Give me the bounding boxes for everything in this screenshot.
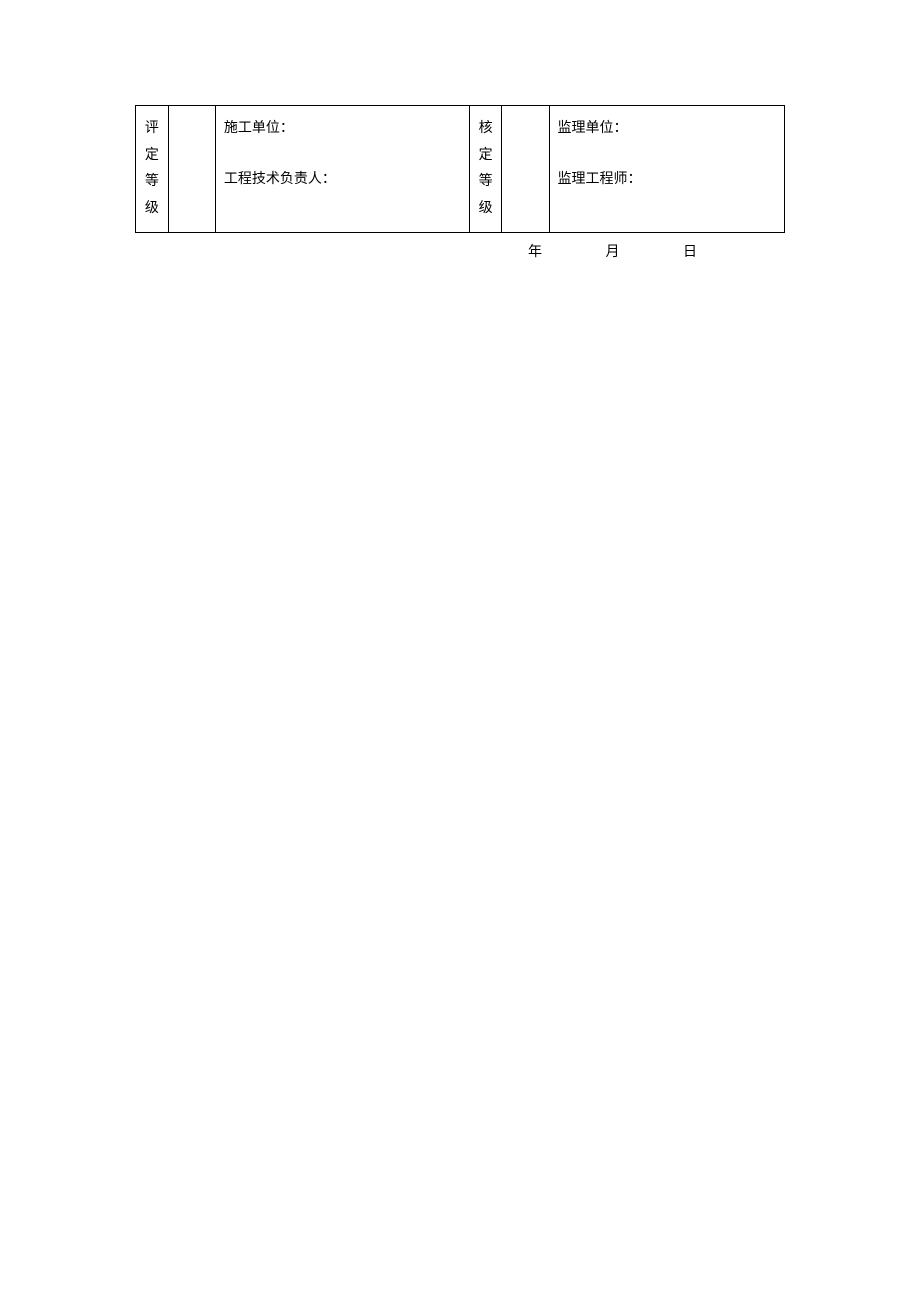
- date-year-label: 年: [528, 245, 542, 260]
- construction-unit-label: 施工单位：: [224, 116, 461, 143]
- supervision-unit-label: 监理单位：: [558, 116, 776, 143]
- date-line: 年 月 日: [135, 241, 785, 261]
- vertical-char: 等: [142, 169, 162, 196]
- vertical-char: 核: [476, 116, 496, 143]
- date-month-label: 月: [606, 241, 620, 261]
- evaluation-grade-value-cell[interactable]: [168, 106, 215, 233]
- vertical-char: 定: [142, 143, 162, 170]
- signature-table: 评 定 等 级 施工单位： 工程技术负责人： 核 定 等 级 监理单位： 监理工…: [135, 105, 785, 233]
- date-day-label: 日: [683, 241, 697, 261]
- vertical-char: 级: [142, 196, 162, 223]
- vertical-char: 等: [476, 169, 496, 196]
- verification-grade-label-cell: 核 定 等 级: [469, 106, 502, 233]
- vertical-char: 评: [142, 116, 162, 143]
- evaluation-grade-label-cell: 评 定 等 级: [136, 106, 169, 233]
- vertical-char: 定: [476, 143, 496, 170]
- vertical-char: 级: [476, 196, 496, 223]
- table-row: 评 定 等 级 施工单位： 工程技术负责人： 核 定 等 级 监理单位： 监理工…: [136, 106, 785, 233]
- form-container: 评 定 等 级 施工单位： 工程技术负责人： 核 定 等 级 监理单位： 监理工…: [135, 105, 785, 261]
- construction-unit-cell[interactable]: 施工单位： 工程技术负责人：: [215, 106, 469, 233]
- technical-lead-label: 工程技术负责人：: [224, 167, 461, 194]
- supervision-unit-cell[interactable]: 监理单位： 监理工程师：: [549, 106, 784, 233]
- supervision-engineer-label: 监理工程师：: [558, 167, 776, 194]
- verification-grade-value-cell[interactable]: [502, 106, 549, 233]
